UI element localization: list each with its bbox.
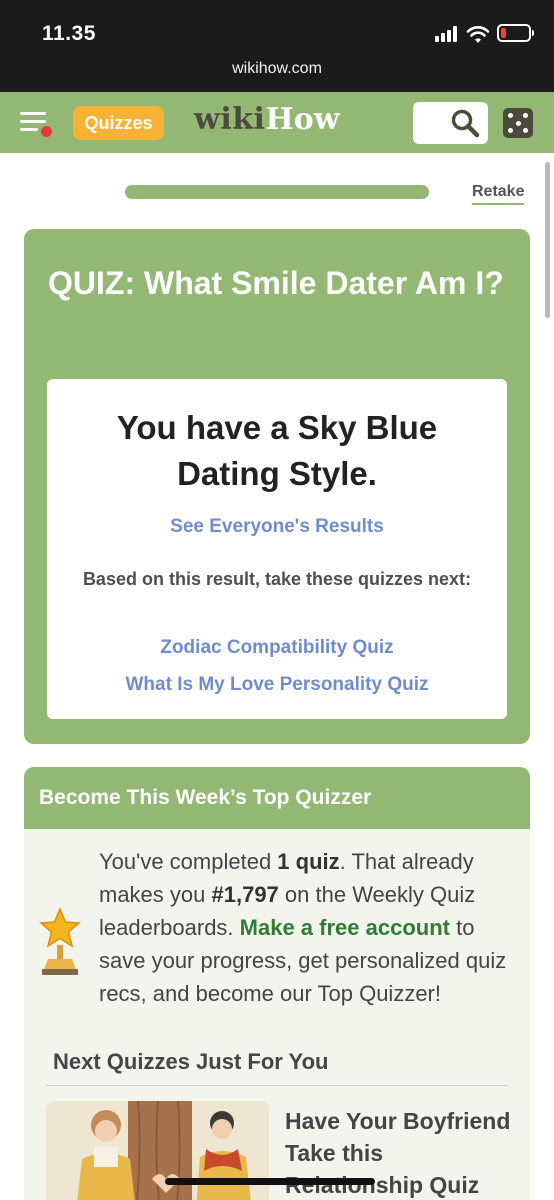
top-quizzer-card: Become This Week’s Top Quizzer You've co…	[24, 767, 530, 1200]
result-box: You have a Sky Blue Dating Style. See Ev…	[47, 379, 507, 719]
wikihow-logo[interactable]: wiki How	[194, 102, 340, 142]
suggested-quiz-link[interactable]: What Is My Love Personality Quiz	[47, 674, 507, 696]
quiz-title: QUIZ: What Smile Dater Am I?	[48, 265, 504, 301]
next-quiz-title-link[interactable]: Have Your Boyfriend Take this Relationsh…	[285, 1105, 515, 1200]
trophy-star-icon	[39, 907, 81, 975]
battery-level	[501, 28, 506, 38]
make-free-account-link[interactable]: Make a free account	[240, 915, 450, 940]
quizzes-button[interactable]: Quizzes	[73, 106, 164, 140]
site-header: Quizzes wiki How	[0, 92, 554, 153]
quiz-thumbnail[interactable]	[46, 1101, 269, 1200]
search-button[interactable]	[413, 102, 488, 144]
top-quizzer-text: You've completed 1 quiz. That already ma…	[99, 849, 507, 1006]
suggested-quiz-link[interactable]: Zodiac Compatibility Quiz	[47, 637, 507, 659]
top-quizzer-header: Become This Week’s Top Quizzer	[24, 767, 530, 829]
quiz-count: 1 quiz	[277, 849, 340, 874]
status-time: 11.35	[42, 22, 96, 45]
next-quizzes-heading: Next Quizzes Just For You	[53, 1049, 329, 1074]
wifi-icon	[466, 26, 490, 43]
quiz-result-card: QUIZ: What Smile Dater Am I? You have a …	[24, 229, 530, 744]
notification-dot-icon	[40, 125, 53, 138]
logo-how-text: How	[265, 102, 340, 137]
section-divider	[46, 1085, 508, 1086]
leaderboard-rank: #1,797	[211, 882, 279, 907]
url-bar[interactable]: wikihow.com	[0, 60, 554, 78]
quiz-progress-fill	[125, 185, 429, 199]
logo-wiki-text: wiki	[194, 102, 266, 137]
battery-icon	[497, 24, 531, 42]
top-quizzer-heading: Become This Week’s Top Quizzer	[39, 786, 372, 809]
search-icon	[451, 109, 480, 138]
see-everyones-results-link[interactable]: See Everyone's Results	[47, 516, 507, 538]
couple-illustration	[46, 1101, 269, 1200]
result-title: You have a Sky Blue Dating Style.	[116, 409, 438, 492]
status-bar: 11.35 wikihow.com	[0, 0, 554, 92]
dice-icon[interactable]	[503, 108, 533, 138]
cellular-signal-icon	[435, 26, 461, 42]
battery-tip	[532, 30, 534, 36]
suggestions-intro-text: Based on this result, take these quizzes…	[82, 569, 472, 589]
home-indicator[interactable]	[165, 1178, 375, 1185]
retake-link[interactable]: Retake	[472, 183, 525, 205]
quiz-progress-bar	[125, 185, 429, 199]
page-scrollbar[interactable]	[545, 162, 550, 318]
